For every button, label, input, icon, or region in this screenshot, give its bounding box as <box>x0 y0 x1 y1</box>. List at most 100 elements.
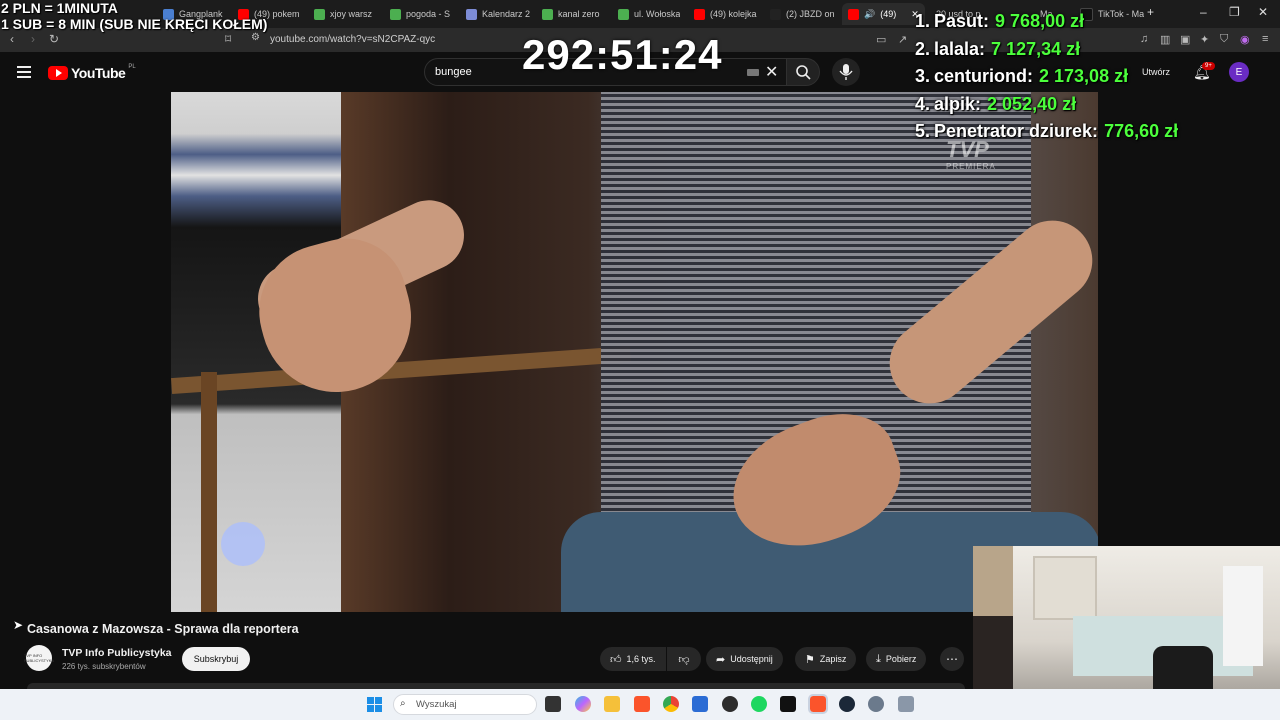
channel-subscriber-count: 226 tys. subskrybentów <box>62 662 146 671</box>
app-icon[interactable] <box>780 696 796 712</box>
donation-rule-2: 1 SUB = 8 MIN (SUB NIE KRĘCI KOŁEM) <box>1 16 268 32</box>
donation-rules-overlay: 2 PLN = 1MINUTA 1 SUB = 8 MIN (SUB NIE K… <box>1 0 267 32</box>
vpn-icon[interactable]: ◉ <box>1240 33 1250 46</box>
channel-avatar[interactable]: TVP INFO PUBLICYSTYKA <box>24 645 54 671</box>
download-button[interactable]: ⤓ Pobierz <box>866 647 927 671</box>
leaderboard-amount: 9 768,00 zł <box>995 11 1085 31</box>
youtube-logo[interactable]: YouTube PL <box>48 64 136 81</box>
speaker-icon: 🔊 <box>864 8 876 19</box>
file-explorer-icon[interactable] <box>604 696 620 712</box>
leaderboard-amount: 7 127,34 zł <box>991 38 1081 59</box>
leaderboard-rank: 5. <box>915 121 931 141</box>
site-settings-icon[interactable]: ⚙ <box>251 32 260 43</box>
spotify-icon[interactable] <box>751 696 767 712</box>
account-avatar[interactable]: E <box>1229 62 1249 82</box>
leaderboard-rank: 3. <box>915 66 931 86</box>
share-button[interactable]: ➦ Udostępnij <box>706 647 783 671</box>
browser-tab[interactable]: Kalendarz 2 <box>466 3 530 25</box>
hamburger-menu-icon[interactable] <box>17 66 31 78</box>
share-icon[interactable]: ↗ <box>898 33 907 46</box>
obs-icon[interactable] <box>722 696 738 712</box>
leaderboard-name: lalala: <box>934 38 986 59</box>
youtube-favicon-icon <box>848 8 859 20</box>
browser-tab[interactable]: ul. Wołoska <box>618 3 680 25</box>
back-icon[interactable]: ‹ <box>10 32 14 46</box>
leaderboard-row: 3. centuriond: 2 173,08 zł <box>915 63 1178 91</box>
more-actions-button[interactable]: ⋯ <box>940 647 964 671</box>
channel-name[interactable]: TVP Info Publicystyka <box>62 647 172 659</box>
search-button[interactable] <box>786 58 820 86</box>
leaderboard-row: 5. Penetrator dziurek: 776,60 zł <box>915 118 1178 146</box>
browser-tab[interactable]: (2) JBZD on <box>770 3 835 25</box>
like-count: 1,6 tys. <box>626 654 656 664</box>
extensions-icon[interactable]: ✦ <box>1200 33 1209 46</box>
webcam-fridge <box>1223 566 1263 666</box>
leaderboard-name: centuriond: <box>934 66 1034 86</box>
search-icon <box>796 65 811 80</box>
browser-tab[interactable]: pogoda - S <box>390 3 450 25</box>
windows-start-icon[interactable] <box>367 697 382 712</box>
taskbar-search-icon: ⌕ <box>400 698 406 709</box>
tab-label: (2) JBZD on <box>786 9 835 19</box>
tab-label: xjoy warsz <box>330 9 373 19</box>
video-player[interactable]: TVP PREMIERA <box>171 92 1098 612</box>
leaderboard-amount: 2 173,08 zł <box>1039 66 1129 86</box>
tab-label: kanal zero <box>558 9 600 19</box>
shield-icon[interactable]: ⛉ <box>1220 33 1228 46</box>
tab-favicon-icon <box>466 8 477 20</box>
save-button[interactable]: ⚑ Zapisz <box>795 647 857 671</box>
leaderboard-amount: 2 052,40 zł <box>987 93 1077 114</box>
steam-icon[interactable] <box>839 696 855 712</box>
task-view-icon[interactable] <box>545 696 561 712</box>
leaderboard-amount: 776,60 zł <box>1104 121 1179 141</box>
download-label: Pobierz <box>885 654 917 664</box>
voice-search-button[interactable] <box>832 58 860 86</box>
copilot-icon[interactable] <box>575 696 591 712</box>
video-camera-icon <box>221 522 265 566</box>
donation-rule-1: 2 PLN = 1MINUTA <box>1 0 118 16</box>
leaderboard-rank: 2. <box>915 38 931 59</box>
tab-label: Kalendarz 2 <box>482 9 531 19</box>
keyboard-icon[interactable] <box>747 69 759 76</box>
donation-leaderboard: 1. Pasut: 9 768,00 zł 2. lalala: 7 127,34 zł 3… <box>915 8 1178 146</box>
settings-gear-icon[interactable] <box>868 696 884 712</box>
tab-favicon-icon <box>314 8 325 20</box>
youtube-play-icon <box>48 66 68 80</box>
tab-label: (49) kolejka <box>710 9 757 19</box>
subscribe-button[interactable]: Subskrybuj <box>182 647 250 671</box>
browser-tab[interactable]: kanal zero <box>542 3 600 25</box>
mouse-cursor-icon: ➤ <box>13 618 24 632</box>
share-arrow-icon: ➦ <box>716 653 726 666</box>
wallet-icon[interactable]: ▣ <box>1180 33 1190 46</box>
close-window-icon[interactable]: ✕ <box>1258 5 1268 19</box>
store-icon[interactable] <box>692 696 708 712</box>
brave-browser-icon[interactable] <box>634 696 650 712</box>
leaderboard-row: 2. lalala: 7 127,34 zł <box>915 36 1178 64</box>
windows-taskbar: ⌕ Wyszukaj <box>0 689 1280 720</box>
dislike-button[interactable]: 👎︎ <box>667 647 701 671</box>
clear-search-icon[interactable]: ✕ <box>765 62 778 82</box>
reload-icon[interactable]: ↻ <box>49 32 59 46</box>
bookmark-icon[interactable]: ⌑ <box>225 32 231 46</box>
subathon-timer: 292:51:24 <box>522 31 723 78</box>
forward-icon[interactable]: › <box>31 32 35 46</box>
taskbar-search-input[interactable]: ⌕ Wyszukaj <box>393 694 537 715</box>
more-dots-icon: ⋯ <box>946 652 958 666</box>
bookmark-save-icon: ⚑ <box>805 653 815 666</box>
leaderboard-name: Pasut: <box>934 11 990 31</box>
share-label: Udostępnij <box>730 654 773 664</box>
chrome-icon[interactable] <box>663 696 679 712</box>
browser-tab[interactable]: xjoy warsz <box>314 3 372 25</box>
browser-menu-icon[interactable]: ≡ <box>1262 33 1268 45</box>
url-field[interactable]: youtube.com/watch?v=sN2CPAZ-qyc <box>270 34 435 45</box>
browser-tab[interactable]: (49) kolejka <box>694 3 757 25</box>
cast-icon[interactable]: ▭ <box>876 33 886 46</box>
brave-active-icon[interactable] <box>808 694 828 714</box>
calculator-icon[interactable] <box>898 696 914 712</box>
maximize-icon[interactable]: ❐ <box>1229 5 1240 19</box>
save-label: Zapisz <box>819 654 847 664</box>
notifications-badge: 9+ <box>1202 62 1215 70</box>
minimize-icon[interactable]: – <box>1200 5 1207 19</box>
like-button[interactable]: 👍︎ 1,6 tys. <box>600 647 666 671</box>
tab-active[interactable]: 🔊 (49) ✕ <box>842 3 925 25</box>
